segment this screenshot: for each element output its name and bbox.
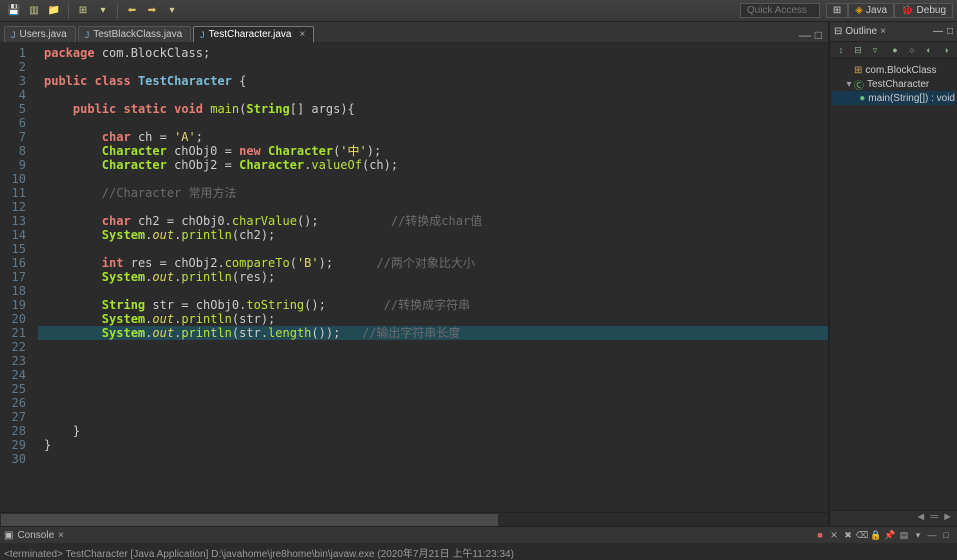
next-icon[interactable]: ► — [942, 511, 953, 526]
outline-title: Outline — [845, 26, 877, 37]
outline-package-label: com.BlockClass — [865, 65, 936, 76]
hide-fields-icon[interactable]: ● — [889, 44, 901, 56]
debug-icon: 🐞 — [901, 5, 913, 16]
quick-access-input[interactable] — [740, 3, 820, 18]
hide-local-icon[interactable]: ◑ — [940, 44, 952, 56]
close-icon[interactable]: × — [880, 26, 886, 37]
outline-tab[interactable]: ⊟ Outline × — □ — [830, 22, 957, 42]
method-icon: ● — [859, 93, 865, 104]
line-number-gutter: 1234567891011121314151617181920212223242… — [0, 42, 32, 512]
outline-icon: ⊟ — [834, 26, 842, 37]
hide-nonpublic-icon[interactable]: ◐ — [923, 44, 935, 56]
tab-testcharacter[interactable]: J TestCharacter.java × — [193, 26, 314, 42]
outline-package[interactable]: ⊞ com.BlockClass — [832, 63, 955, 77]
clear-icon[interactable]: ⌫ — [856, 529, 868, 541]
java-perspective-label: Java — [866, 5, 887, 16]
outline-method-label: main(String[]) : void — [868, 93, 955, 104]
main-toolbar: 💾 ▥ 📁 ⊞ ▾ ⬅ ➡ ▾ ⊞ ◈ Java 🐞 Debug — [0, 0, 957, 22]
pin-icon[interactable]: 📌 — [884, 529, 896, 541]
terminate-icon[interactable]: ■ — [814, 529, 826, 541]
toolbar-separator — [117, 3, 118, 19]
save-icon[interactable]: 💾 — [6, 3, 22, 19]
open-console-icon[interactable]: ▾ — [912, 529, 924, 541]
console-icon: ▣ — [4, 530, 13, 541]
close-icon[interactable]: × — [58, 530, 64, 541]
prev-icon[interactable]: ◄ — [915, 511, 926, 526]
maximize-icon[interactable]: □ — [947, 26, 953, 37]
java-icon: ◈ — [855, 5, 863, 16]
display-icon[interactable]: ▤ — [898, 529, 910, 541]
horizontal-scrollbar[interactable] — [0, 512, 828, 526]
package-icon: ⊞ — [854, 65, 862, 76]
outline-tree: ⊞ com.BlockClass ▾ Ⓒ TestCharacter ● mai… — [830, 59, 957, 109]
filter-icon[interactable]: ▿ — [869, 44, 881, 56]
outline-method[interactable]: ● main(String[]) : void — [832, 91, 955, 105]
maximize-icon[interactable]: □ — [815, 28, 822, 42]
package-icon[interactable]: ⊞ — [75, 3, 91, 19]
open-icon[interactable]: ▥ — [26, 3, 42, 19]
open-perspective-button[interactable]: ⊞ — [826, 3, 848, 18]
scrollbar-thumb[interactable] — [1, 514, 498, 526]
collapse-icon[interactable]: ⊟ — [852, 44, 864, 56]
sort-icon[interactable]: ↕ — [835, 44, 847, 56]
tab-label: TestCharacter.java — [209, 29, 292, 40]
editor-tab-bar: J Users.java J TestBlackClass.java J Tes… — [0, 22, 828, 42]
minimize-icon[interactable]: — — [926, 529, 938, 541]
code-area[interactable]: 1234567891011121314151617181920212223242… — [0, 42, 828, 512]
tab-label: TestBlackClass.java — [93, 29, 182, 40]
main-row: J Users.java J TestBlackClass.java J Tes… — [0, 22, 957, 526]
console-tab-bar: ▣ Console × ■ ✕ ✖ ⌫ 🔒 📌 ▤ ▾ — □ — [0, 527, 957, 543]
class-icon: Ⓒ — [854, 77, 864, 91]
remove-launch-icon[interactable]: ✕ — [828, 529, 840, 541]
dropdown-icon[interactable]: ▾ — [164, 3, 180, 19]
minimize-icon[interactable]: — — [933, 26, 943, 37]
remove-all-icon[interactable]: ✖ — [842, 529, 854, 541]
outline-class[interactable]: ▾ Ⓒ TestCharacter — [832, 77, 955, 91]
folder-icon[interactable]: 📁 — [46, 3, 62, 19]
close-tab-icon[interactable]: × — [300, 29, 306, 40]
tab-testblackclass[interactable]: J TestBlackClass.java — [78, 26, 191, 42]
tab-label: Users.java — [20, 29, 67, 40]
outline-panel: ⊟ Outline × — □ ↕ ⊟ ▿ ● ○ ◐ ◑ ⊞ com.Bloc… — [829, 22, 957, 526]
code-content[interactable]: package com.BlockClass;public class Test… — [38, 42, 828, 512]
console-body[interactable]: <terminated> TestCharacter [Java Applica… — [0, 543, 957, 560]
toolbar-separator — [68, 3, 69, 19]
debug-perspective-button[interactable]: 🐞 Debug — [894, 3, 953, 18]
tab-users[interactable]: J Users.java — [4, 26, 76, 42]
scroll-icon[interactable]: ═ — [930, 511, 938, 526]
maximize-icon[interactable]: □ — [940, 529, 952, 541]
java-file-icon: J — [200, 30, 205, 40]
debug-perspective-label: Debug — [917, 5, 946, 16]
editor-panel: J Users.java J TestBlackClass.java J Tes… — [0, 22, 829, 526]
forward-icon[interactable]: ➡ — [144, 3, 160, 19]
outline-toolbar: ↕ ⊟ ▿ ● ○ ◐ ◑ — [830, 42, 957, 59]
console-panel: ▣ Console × ■ ✕ ✖ ⌫ 🔒 📌 ▤ ▾ — □ <termina… — [0, 526, 957, 560]
back-icon[interactable]: ⬅ — [124, 3, 140, 19]
java-perspective-button[interactable]: ◈ Java — [848, 3, 894, 18]
java-file-icon: J — [11, 30, 16, 40]
console-title: Console — [17, 530, 54, 541]
outline-class-label: TestCharacter — [867, 79, 929, 90]
twistie-open-icon[interactable]: ▾ — [844, 79, 854, 90]
java-file-icon: J — [85, 30, 90, 40]
scroll-lock-icon[interactable]: 🔒 — [870, 529, 882, 541]
minimize-icon[interactable]: — — [799, 28, 811, 42]
outline-status-bar: ◄ ═ ► — [830, 510, 957, 526]
hide-static-icon[interactable]: ○ — [906, 44, 918, 56]
dropdown-icon[interactable]: ▾ — [95, 3, 111, 19]
